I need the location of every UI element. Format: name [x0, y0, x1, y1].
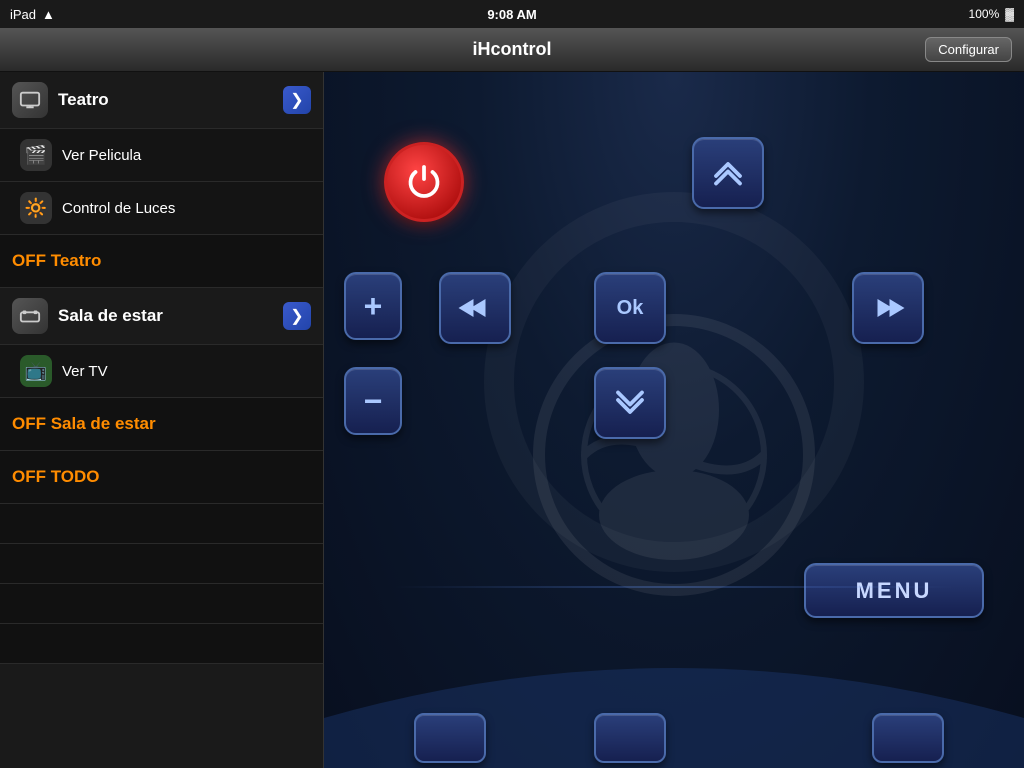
wifi-icon: ▲	[42, 7, 55, 22]
vol-down-button[interactable]: −	[344, 367, 402, 435]
off-todo-button[interactable]: OFF TODO	[0, 451, 323, 504]
vol-up-button[interactable]: +	[344, 272, 402, 340]
nav-bar: iHcontrol Configurar	[0, 28, 1024, 72]
up-chevron-icon	[710, 155, 746, 191]
divider-line	[394, 586, 954, 588]
rewind-button[interactable]	[439, 272, 511, 344]
sala-label: Sala de estar	[58, 306, 283, 326]
down-button[interactable]	[594, 367, 666, 439]
ok-button[interactable]: Ok	[594, 272, 666, 344]
ver-tv-label: Ver TV	[62, 363, 108, 380]
down-chevron-icon	[612, 385, 648, 421]
fastforward-button[interactable]	[852, 272, 924, 344]
empty-row-4	[0, 624, 323, 664]
sidebar: Teatro ❯ 🎬 Ver Pelicula 🔆 Control de Luc…	[0, 72, 324, 768]
ok-label: Ok	[617, 297, 644, 320]
app-title: iHcontrol	[345, 39, 678, 60]
power-button[interactable]	[384, 142, 464, 222]
sidebar-section-sala[interactable]: Sala de estar ❯	[0, 288, 323, 345]
fastforward-icon	[870, 290, 906, 326]
config-button[interactable]: Configurar	[925, 37, 1012, 62]
carrier-label: iPad	[10, 7, 36, 22]
ver-tv-icon: 📺	[20, 355, 52, 387]
vol-minus-label: −	[364, 385, 383, 417]
main-content: Teatro ❯ 🎬 Ver Pelicula 🔆 Control de Luc…	[0, 72, 1024, 768]
control-luces-item[interactable]: 🔆 Control de Luces	[0, 182, 323, 235]
teatro-icon	[12, 82, 48, 118]
bottom-btn-3[interactable]	[872, 713, 944, 763]
up-button[interactable]	[692, 137, 764, 209]
rewind-icon	[457, 290, 493, 326]
teatro-chevron: ❯	[283, 86, 311, 114]
menu-button[interactable]: MENU	[804, 563, 984, 618]
teatro-label: Teatro	[58, 90, 283, 110]
ver-tv-item[interactable]: 📺 Ver TV	[0, 345, 323, 398]
off-teatro-button[interactable]: OFF Teatro	[0, 235, 323, 288]
empty-row-2	[0, 544, 323, 584]
ver-pelicula-label: Ver Pelicula	[62, 147, 141, 164]
empty-row-3	[0, 584, 323, 624]
empty-row-1	[0, 504, 323, 544]
sala-icon	[12, 298, 48, 334]
ver-pelicula-icon: 🎬	[20, 139, 52, 171]
battery-label: 100%	[969, 7, 1000, 21]
status-bar: iPad ▲ 9:08 AM 100% ▓	[0, 0, 1024, 28]
power-icon	[406, 164, 442, 200]
control-luces-label: Control de Luces	[62, 200, 175, 217]
off-sala-button[interactable]: OFF Sala de estar	[0, 398, 323, 451]
watermark-logo	[524, 305, 824, 605]
remote-panel: Ok + − MENU	[324, 72, 1024, 768]
menu-label: MENU	[856, 578, 933, 604]
ver-pelicula-item[interactable]: 🎬 Ver Pelicula	[0, 129, 323, 182]
status-time: 9:08 AM	[487, 7, 536, 22]
bottom-btn-1[interactable]	[414, 713, 486, 763]
sidebar-section-teatro[interactable]: Teatro ❯	[0, 72, 323, 129]
vol-plus-label: +	[364, 290, 383, 322]
bottom-btn-2[interactable]	[594, 713, 666, 763]
sala-chevron: ❯	[283, 302, 311, 330]
battery-icon: ▓	[1005, 7, 1014, 21]
control-luces-icon: 🔆	[20, 192, 52, 224]
